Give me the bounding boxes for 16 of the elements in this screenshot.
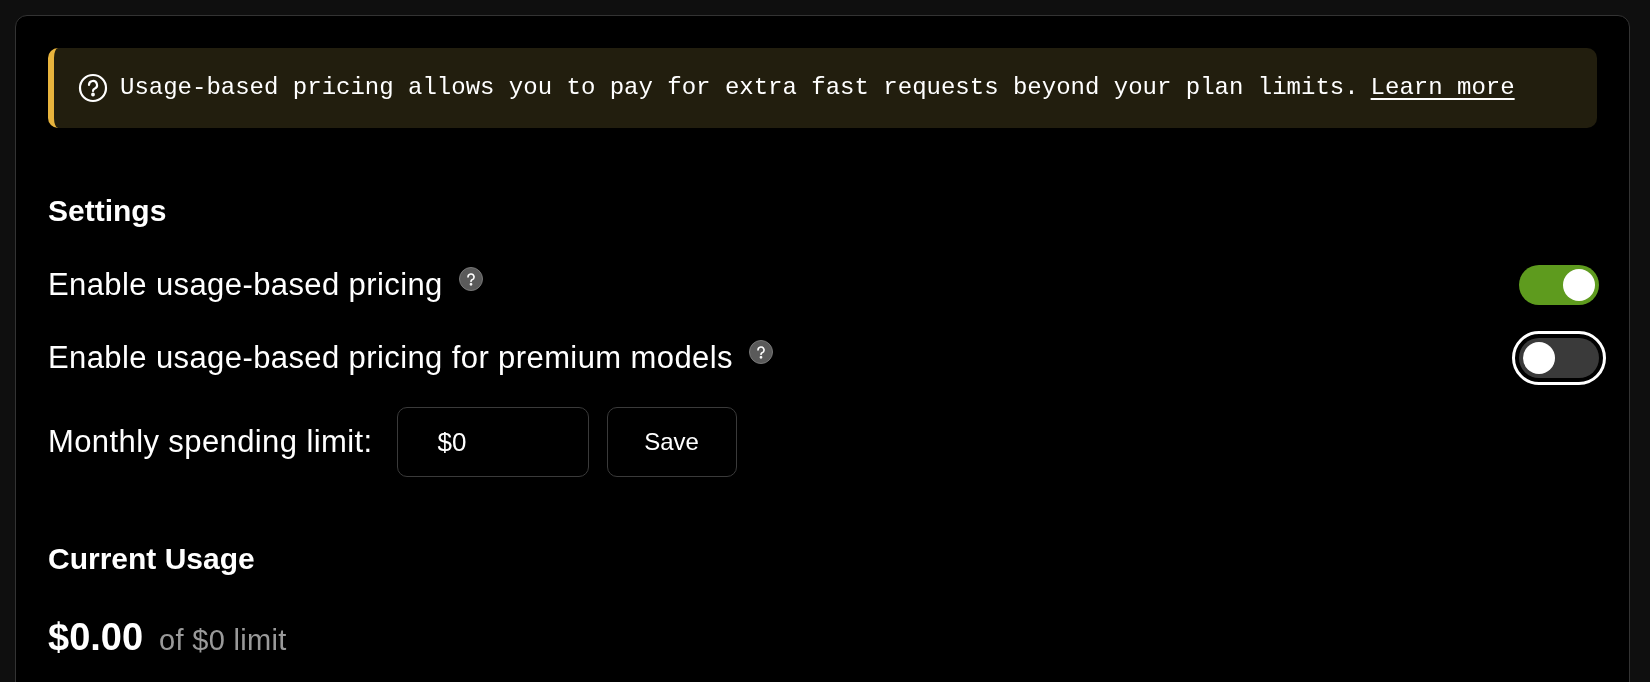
section-title: Settings <box>48 193 168 229</box>
learn-more-link[interactable]: Learn more <box>1370 70 1515 106</box>
help-icon[interactable] <box>458 267 483 291</box>
banner-text: Usage-based pricing allows you to pay for extra fast requests beyond your plan limits. <box>120 73 1359 103</box>
save-button[interactable]: Save <box>606 407 737 477</box>
help-icon <box>78 73 108 103</box>
toggle-switch[interactable] <box>1519 265 1599 305</box>
toggle-switch[interactable] <box>1519 338 1599 378</box>
section-title: Current Usage <box>48 541 256 577</box>
limit-input[interactable]: $0 <box>396 407 589 477</box>
usage-limit-text: of $0 limit <box>159 623 287 658</box>
setting-label: Enable usage-based pricing for premium models <box>48 338 733 377</box>
usage-amount: $0.00 <box>48 615 144 660</box>
setting-label: Enable usage-based pricing <box>48 265 443 304</box>
help-icon[interactable] <box>748 340 773 364</box>
limit-label: Monthly spending limit: <box>48 422 373 461</box>
